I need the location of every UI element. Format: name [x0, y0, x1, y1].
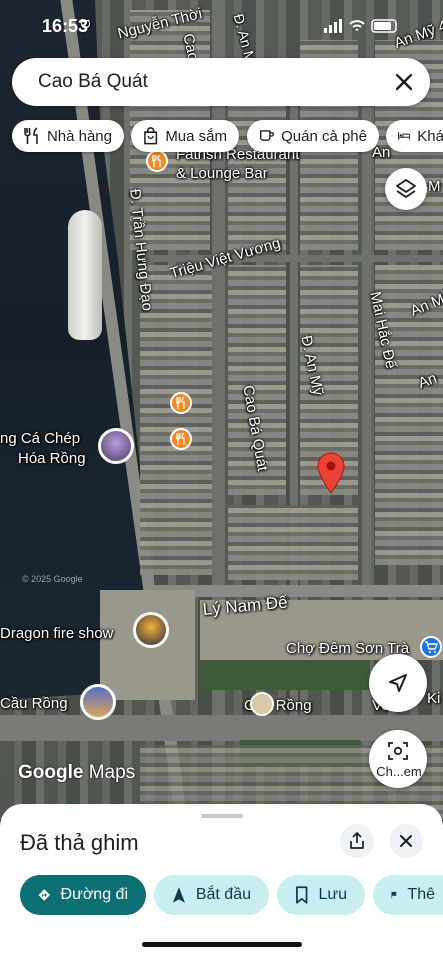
status-icons — [324, 19, 397, 33]
start-label: Bắt đầu — [195, 886, 251, 903]
close-sheet-button[interactable] — [389, 824, 423, 858]
city-block — [228, 505, 358, 580]
chip-label: Quán cà phê — [281, 127, 367, 145]
chip-cafe[interactable]: Quán cà phê — [247, 120, 379, 152]
chip-label: Khá — [417, 127, 443, 145]
label-lounge: & Lounge Bar — [176, 165, 268, 182]
chip-hotels[interactable]: Khá — [386, 120, 443, 152]
share-button[interactable] — [340, 824, 374, 858]
label-ca-chep-2: Hóa Rồng — [18, 450, 86, 467]
status-time: 16:53 — [42, 16, 89, 36]
label-ki: Ki — [427, 690, 441, 707]
save-label: Lưu — [318, 886, 347, 903]
chip-label: Nhà hàng — [46, 127, 112, 145]
label-ca-chep-1: ng Cá Chép — [0, 430, 81, 447]
photo-poi-ca-chep[interactable] — [98, 428, 134, 464]
search-bar[interactable]: Cao Bá Quát — [12, 58, 430, 106]
close-icon — [400, 835, 412, 847]
start-button[interactable]: Bắt đầu — [154, 875, 269, 915]
layers-button[interactable] — [385, 168, 427, 210]
restaurant-poi-icon[interactable] — [170, 392, 192, 414]
navigation-arrow-icon — [172, 887, 185, 903]
label-dragon-fire: Dragon fire show — [0, 625, 114, 642]
bed-icon — [398, 132, 411, 140]
chip-label: Mua sắm — [165, 127, 227, 145]
chip-restaurants[interactable]: Nhà hàng — [12, 120, 124, 152]
coffee-icon — [260, 130, 274, 141]
map-copyright: © 2025 Google — [22, 574, 83, 584]
restaurant-poi-icon[interactable] — [146, 150, 168, 172]
navigation-arrow-icon — [389, 674, 407, 692]
drag-handle[interactable] — [201, 814, 243, 818]
lens-label: Ch...em — [376, 764, 422, 779]
my-location-button[interactable] — [369, 654, 427, 712]
cruise-ship — [68, 210, 102, 340]
directions-button[interactable]: Đường đi — [20, 875, 146, 915]
shopping-bag-icon — [144, 127, 158, 145]
label-m-right: M — [428, 178, 441, 195]
directions-label: Đường đi — [60, 886, 128, 903]
label-flag-button[interactable]: Thê — [373, 875, 443, 915]
bottom-sheet[interactable]: Đã thả ghim Đường đi Bắt đầu Lưu Thê — [0, 804, 443, 959]
road-mai-hac-de — [362, 60, 371, 820]
fork-knife-icon — [24, 127, 38, 144]
chip-shopping[interactable]: Mua sắm — [131, 120, 239, 152]
photo-poi-bridge[interactable] — [250, 692, 274, 716]
camera-search-icon — [388, 742, 408, 760]
park — [200, 660, 370, 690]
directions-icon — [38, 889, 50, 901]
photo-poi-dragon-fire[interactable] — [133, 612, 169, 648]
google-maps-watermark: Google Maps — [18, 762, 136, 783]
bookmark-icon — [296, 886, 308, 904]
home-indicator — [142, 942, 302, 947]
save-button[interactable]: Lưu — [277, 875, 365, 915]
sheet-title: Đã thả ghim — [20, 830, 139, 855]
dropped-pin-icon[interactable] — [316, 452, 346, 494]
status-bar: 16:53 — [0, 0, 443, 52]
search-query[interactable]: Cao Bá Quát — [38, 71, 148, 93]
road-cau-rong-bridge — [0, 715, 443, 741]
lens-button[interactable] — [369, 730, 427, 788]
photo-poi-cau-rong[interactable] — [80, 684, 116, 720]
restaurant-poi-icon[interactable] — [170, 428, 192, 450]
flag-label: Thê — [407, 886, 435, 903]
flag-icon — [391, 891, 397, 899]
share-icon — [350, 832, 364, 849]
city-block — [140, 265, 212, 575]
close-icon[interactable] — [392, 70, 416, 94]
shopping-cart-poi-icon[interactable] — [420, 636, 442, 658]
layers-icon — [396, 179, 416, 198]
label-cau-rong: Cầu Rồng — [0, 695, 68, 712]
